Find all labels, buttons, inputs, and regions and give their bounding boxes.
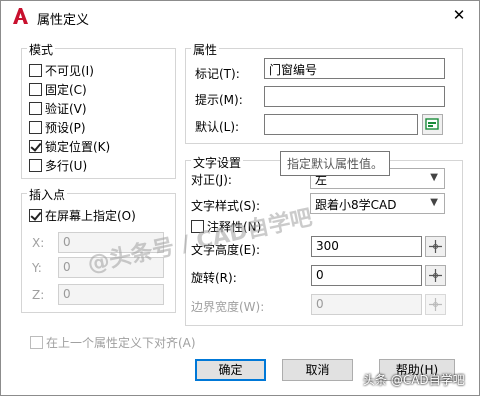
preset-label: 预设(P)	[45, 120, 86, 135]
constant-label: 固定(C)	[45, 82, 87, 97]
align-below-option[interactable]: 在上一个属性定义下对齐(A)	[30, 334, 196, 350]
pick-rotation-button[interactable]	[425, 265, 446, 286]
mode-preset-option[interactable]: 预设(P)	[29, 119, 86, 135]
y-label: Y:	[32, 261, 42, 275]
crosshair-icon	[429, 298, 442, 311]
default-value-tooltip: 指定默认属性值。	[280, 151, 391, 176]
boundary-width-label: 边界宽度(W):	[191, 300, 265, 314]
multiline-label: 多行(U)	[45, 158, 88, 173]
insert-field-button[interactable]	[422, 114, 443, 135]
crosshair-icon	[429, 240, 442, 253]
boundary-width-input[interactable]: 0	[311, 294, 422, 315]
tag-label: 标记(T):	[195, 67, 240, 81]
lock-position-checkbox[interactable]	[29, 139, 42, 153]
specify-on-screen-label: 在屏幕上指定(O)	[45, 208, 136, 223]
close-icon[interactable]: ✕	[451, 7, 467, 23]
footer-watermark: 头条 @CAD自学吧	[363, 373, 465, 387]
invisible-checkbox[interactable]	[29, 63, 42, 77]
prompt-input[interactable]	[264, 86, 445, 107]
specify-on-screen-checkbox[interactable]	[29, 208, 42, 222]
default-label: 默认(L):	[195, 120, 240, 134]
mode-group-label: 模式	[27, 41, 56, 58]
chevron-down-icon: ▼	[430, 172, 438, 183]
rotation-input[interactable]: 0	[311, 265, 422, 286]
preset-checkbox[interactable]	[29, 120, 42, 134]
lock-position-label: 锁定位置(K)	[45, 139, 111, 154]
tag-input[interactable]: 门窗编号	[264, 58, 445, 79]
default-input[interactable]	[264, 114, 418, 135]
mode-verify-option[interactable]: 验证(V)	[29, 100, 87, 116]
pick-height-button[interactable]	[425, 236, 446, 257]
mode-lock-position-option[interactable]: 锁定位置(K)	[29, 138, 110, 154]
x-label: X:	[32, 236, 45, 250]
prompt-label: 提示(M):	[195, 93, 243, 107]
chevron-down-icon: ▼	[430, 197, 438, 208]
title-bar: 属性定义 ✕	[1, 1, 479, 32]
text-style-value: 跟着小8学CAD	[315, 198, 397, 212]
attribute-group-label: 属性	[191, 41, 220, 58]
constant-checkbox[interactable]	[29, 82, 42, 96]
rotation-label: 旋转(R):	[191, 271, 237, 285]
autocad-a-icon	[11, 7, 29, 25]
attribute-definition-dialog: 属性定义 ✕ 模式 不可见(I) 固定(C) 验证(V) 预设(P) 锁定位置(…	[0, 0, 480, 396]
z-coordinate-field[interactable]: 0	[58, 284, 164, 305]
mode-invisible-option[interactable]: 不可见(I)	[29, 62, 94, 78]
verify-label: 验证(V)	[45, 101, 87, 116]
crosshair-icon	[429, 269, 442, 282]
invisible-label: 不可见(I)	[45, 63, 94, 78]
multiline-checkbox[interactable]	[29, 158, 42, 172]
text-settings-group-label: 文字设置	[191, 154, 244, 171]
insert-point-group-label: 插入点	[27, 186, 68, 203]
window-title: 属性定义	[37, 13, 90, 28]
verify-checkbox[interactable]	[29, 101, 42, 115]
mode-constant-option[interactable]: 固定(C)	[29, 81, 87, 97]
z-label: Z:	[32, 288, 45, 302]
text-height-input[interactable]: 300	[311, 236, 422, 257]
cancel-button[interactable]: 取消	[282, 359, 353, 381]
text-style-dropdown[interactable]: 跟着小8学CAD ▼	[310, 193, 445, 214]
pick-boundary-button[interactable]	[425, 294, 446, 315]
align-below-label: 在上一个属性定义下对齐(A)	[46, 335, 196, 350]
mode-multiline-option[interactable]: 多行(U)	[29, 157, 87, 173]
ok-button[interactable]: 确定	[195, 359, 266, 381]
align-below-checkbox[interactable]	[30, 335, 43, 349]
specify-on-screen-option[interactable]: 在屏幕上指定(O)	[29, 207, 136, 223]
insert-field-icon	[425, 118, 439, 130]
justify-label: 对正(J):	[191, 173, 232, 187]
